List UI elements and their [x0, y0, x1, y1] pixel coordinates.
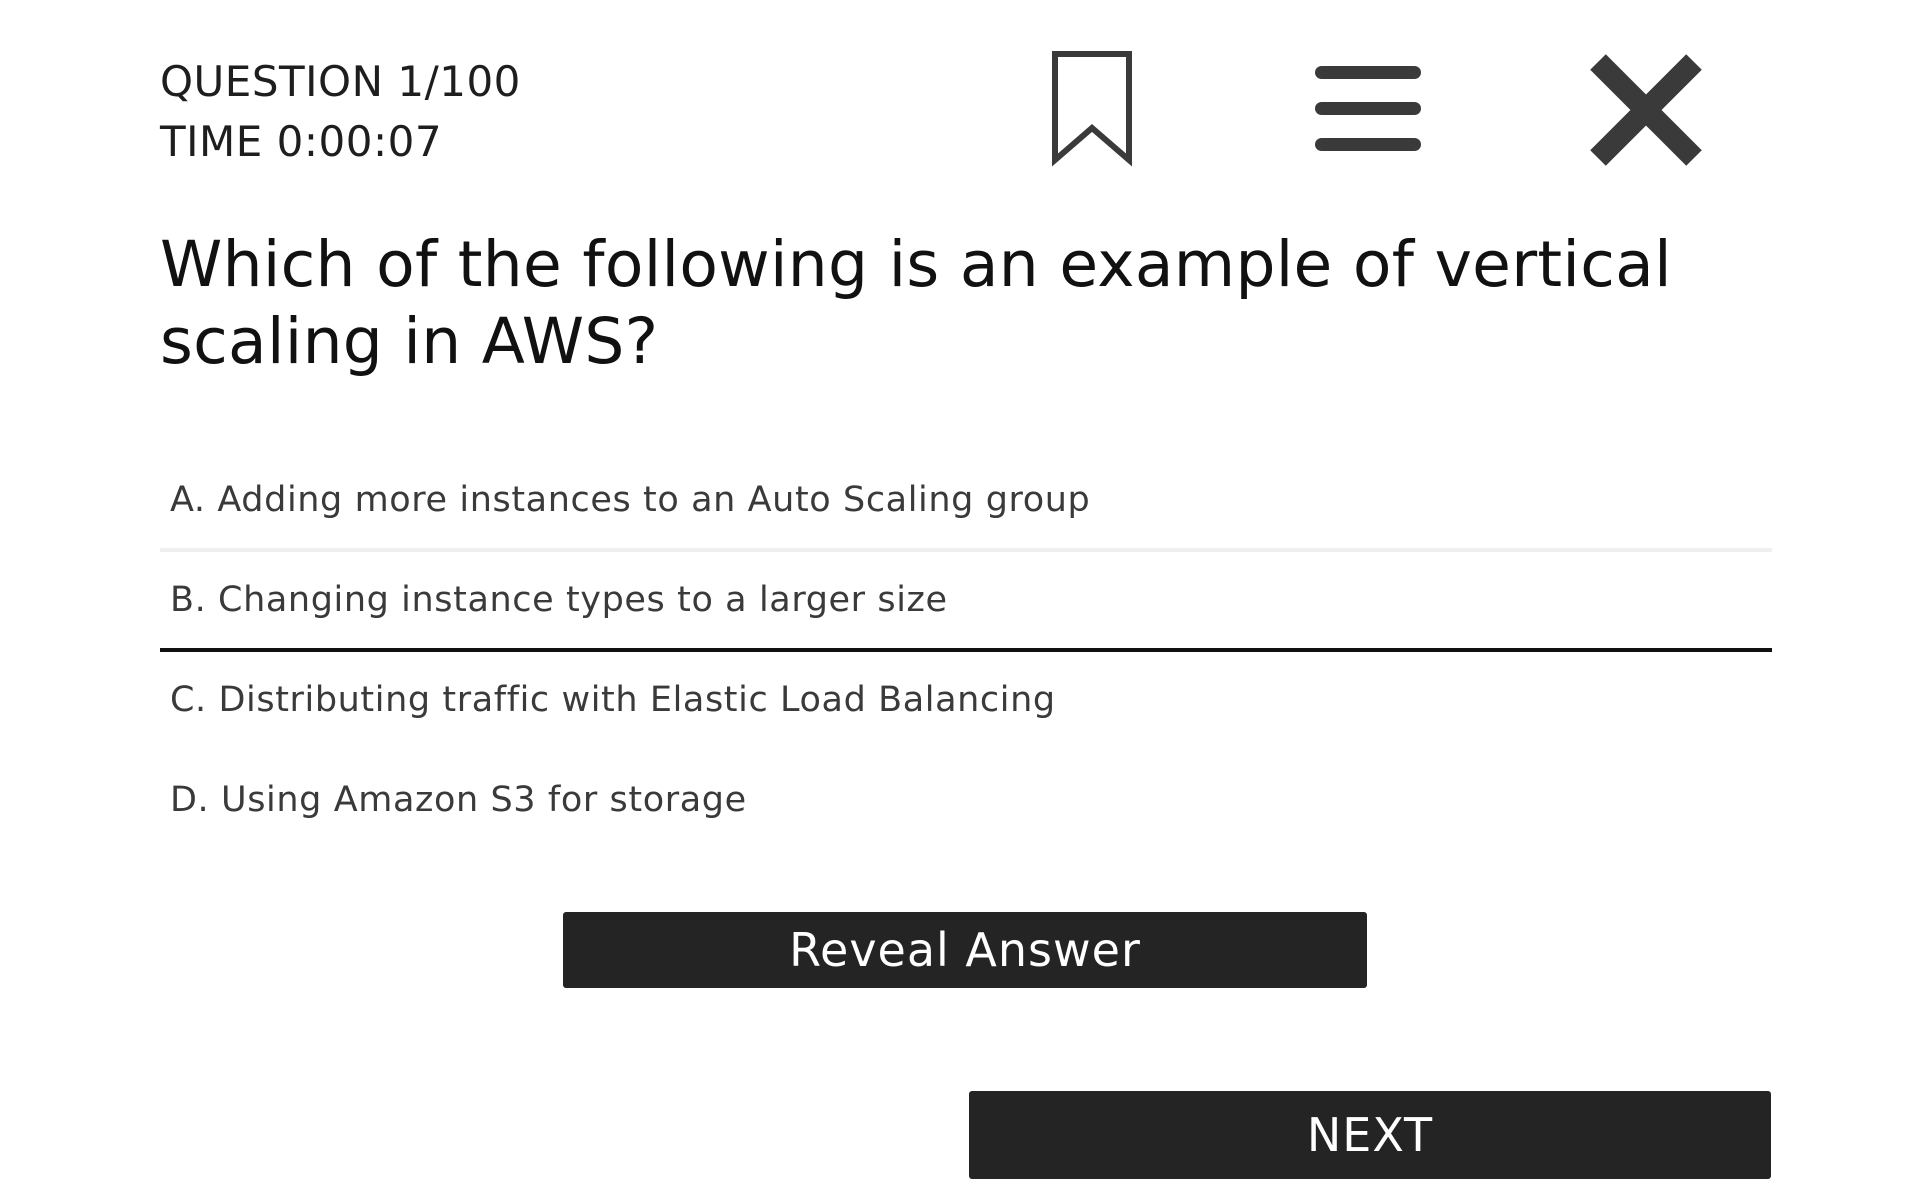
- option-b[interactable]: B. Changing instance types to a larger s…: [160, 552, 1772, 652]
- option-label: C. Distributing traffic with Elastic Loa…: [170, 680, 1056, 720]
- question-counter: QUESTION 1/100: [160, 57, 521, 106]
- question-text: Which of the following is an example of …: [160, 228, 1672, 378]
- option-d[interactable]: D. Using Amazon S3 for storage: [160, 752, 1772, 852]
- close-icon: [1590, 54, 1702, 166]
- option-label: D. Using Amazon S3 for storage: [170, 780, 747, 820]
- timer: TIME 0:00:07: [160, 117, 443, 166]
- quiz-status: QUESTION 1/100 TIME 0:00:07: [160, 52, 521, 172]
- bookmark-icon: [1052, 51, 1132, 167]
- option-a[interactable]: A. Adding more instances to an Auto Scal…: [160, 452, 1772, 552]
- next-label: NEXT: [1306, 1108, 1434, 1162]
- reveal-answer-label: Reveal Answer: [789, 923, 1141, 977]
- menu-button[interactable]: [1315, 62, 1427, 156]
- menu-icon: [1315, 66, 1421, 151]
- close-button[interactable]: [1588, 52, 1704, 168]
- reveal-answer-button[interactable]: Reveal Answer: [563, 912, 1367, 988]
- next-button[interactable]: NEXT: [969, 1091, 1771, 1179]
- bookmark-button[interactable]: [1050, 50, 1136, 168]
- option-c[interactable]: C. Distributing traffic with Elastic Loa…: [160, 652, 1772, 752]
- answer-options: A. Adding more instances to an Auto Scal…: [160, 452, 1772, 852]
- option-label: A. Adding more instances to an Auto Scal…: [170, 480, 1091, 520]
- option-label: B. Changing instance types to a larger s…: [170, 580, 948, 620]
